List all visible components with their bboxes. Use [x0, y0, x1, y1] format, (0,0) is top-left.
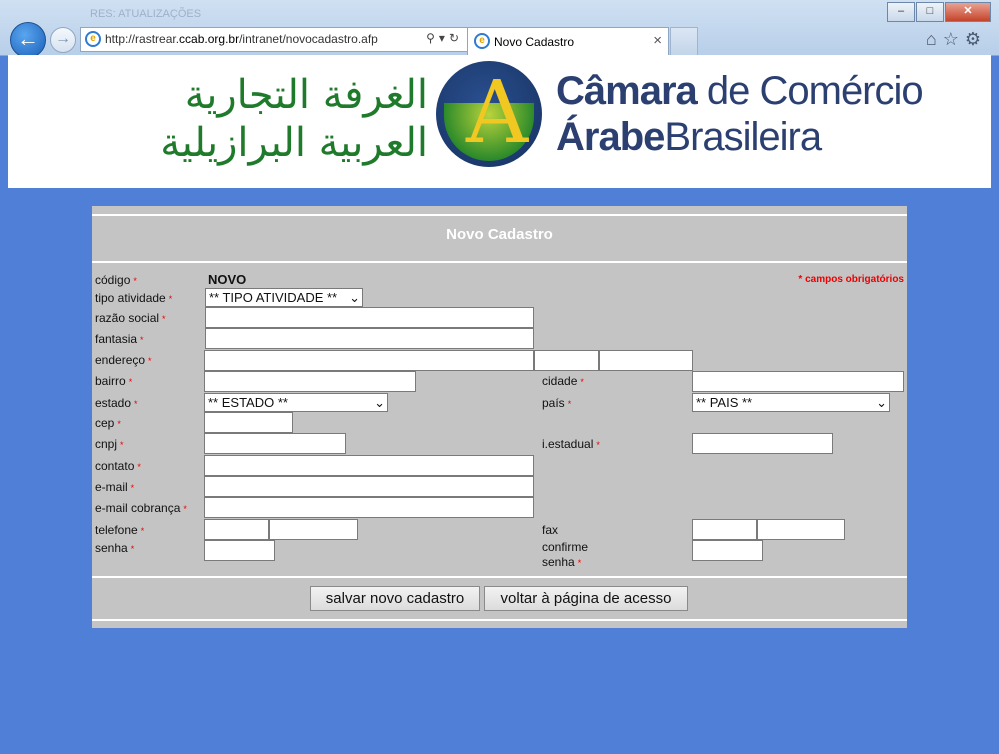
label-cidade: cidade *	[542, 374, 584, 388]
maximize-icon[interactable]: □	[916, 2, 944, 22]
cep-field[interactable]	[204, 412, 293, 433]
ie-logo-icon: e	[474, 33, 490, 49]
registration-form: Novo Cadastro * campos obrigatórios códi…	[92, 206, 907, 628]
tipo-atividade-select[interactable]: ** TIPO ATIVIDADE ** ⌄	[205, 288, 363, 307]
tab-novo-cadastro[interactable]: e Novo Cadastro ×	[467, 27, 669, 55]
codigo-value: NOVO	[208, 272, 247, 287]
fax-numero-field[interactable]	[757, 519, 845, 540]
label-senha: senha *	[95, 541, 135, 555]
senha-field[interactable]	[204, 540, 275, 561]
star-icon[interactable]: ☆	[943, 29, 965, 49]
label-email-cobranca: e-mail cobrança *	[95, 501, 187, 515]
close-icon[interactable]: ✕	[945, 2, 991, 22]
minimize-icon[interactable]: –	[887, 2, 915, 22]
chevron-down-icon: ⌄	[349, 290, 360, 305]
label-fantasia: fantasia *	[95, 332, 144, 346]
label-estado: estado *	[95, 396, 138, 410]
cidade-field[interactable]	[692, 371, 904, 392]
contato-field[interactable]	[204, 455, 534, 476]
arabic-line-2: العربية البرازيلية	[160, 120, 428, 166]
fax-ddd-field[interactable]	[692, 519, 757, 540]
label-cnpj: cnpj *	[95, 437, 124, 451]
label-pais: país *	[542, 396, 572, 410]
label-razao-social: razão social *	[95, 311, 166, 325]
ccab-emblem-logo	[436, 61, 542, 167]
label-inscricao-estadual: i.estadual *	[542, 437, 600, 451]
endereco-complemento-field[interactable]	[599, 350, 693, 371]
telefone-ddd-field[interactable]	[204, 519, 269, 540]
razao-social-field[interactable]	[205, 307, 534, 328]
toolbar-icons: ⌂☆⚙	[926, 29, 987, 50]
bairro-field[interactable]	[204, 371, 416, 392]
save-button[interactable]: salvar novo cadastro	[310, 586, 480, 611]
cnpj-field[interactable]	[204, 433, 346, 454]
fantasia-field[interactable]	[205, 328, 534, 349]
pais-select[interactable]: ** PAIS ** ⌄	[692, 393, 890, 412]
telefone-numero-field[interactable]	[269, 519, 358, 540]
chevron-down-icon: ⌄	[876, 395, 887, 410]
chevron-down-icon: ⌄	[374, 395, 385, 410]
label-codigo: código *	[95, 273, 137, 287]
site-banner: الغرفة التجارية العربية البرازيلية Câmar…	[8, 55, 991, 188]
divider	[92, 261, 907, 263]
forward-arrow-icon[interactable]: →	[50, 27, 76, 53]
gear-icon[interactable]: ⚙	[965, 29, 987, 49]
label-endereco: endereço *	[95, 353, 152, 367]
home-icon[interactable]: ⌂	[926, 29, 943, 49]
divider	[92, 214, 907, 216]
estado-select[interactable]: ** ESTADO ** ⌄	[204, 393, 388, 412]
back-arrow-icon[interactable]: ←	[10, 22, 46, 58]
label-bairro: bairro *	[95, 374, 133, 388]
tab-title: Novo Cadastro	[494, 35, 575, 49]
label-contato: contato *	[95, 459, 141, 473]
label-confirme-senha: confirme senha *	[542, 540, 589, 569]
label-fax: fax	[542, 523, 559, 537]
brand-line-2: ÁrabeBrasileira	[556, 115, 822, 159]
search-refresh-icons[interactable]: ⚲▾↻	[426, 31, 463, 45]
browser-chrome: RES: ATUALIZAÇÕES ← → e http://rastrear.…	[0, 0, 999, 58]
inscricao-estadual-field[interactable]	[692, 433, 833, 454]
divider	[92, 576, 907, 578]
ie-logo-icon: e	[85, 31, 101, 47]
label-telefone: telefone *	[95, 523, 145, 537]
email-cobranca-field[interactable]	[204, 497, 534, 518]
email-field[interactable]	[204, 476, 534, 497]
arabic-line-1: الغرفة التجارية	[184, 72, 428, 118]
required-note: * campos obrigatórios	[798, 274, 904, 285]
label-cep: cep *	[95, 416, 121, 430]
confirme-senha-field[interactable]	[692, 540, 763, 561]
divider	[92, 619, 907, 621]
label-tipo-atividade: tipo atividade *	[95, 291, 173, 305]
new-tab-button[interactable]	[670, 27, 698, 56]
background-window-title: RES: ATUALIZAÇÕES	[90, 8, 202, 20]
arabic-logo-text: الغرفة التجارية العربية البرازيلية	[138, 71, 428, 167]
endereco-numero-field[interactable]	[534, 350, 599, 371]
endereco-field[interactable]	[204, 350, 534, 371]
form-title: Novo Cadastro	[446, 226, 553, 243]
back-to-access-page-button[interactable]: voltar à página de acesso	[484, 586, 688, 611]
brand-line-1: Câmara de Comércio	[556, 69, 924, 113]
address-url: http://rastrear.ccab.org.br/intranet/nov…	[105, 32, 378, 46]
window-controls: – □ ✕	[886, 2, 991, 22]
label-email: e-mail *	[95, 480, 135, 494]
close-tab-icon[interactable]: ×	[653, 32, 662, 49]
address-bar[interactable]: e http://rastrear.ccab.org.br/intranet/n…	[80, 27, 468, 52]
